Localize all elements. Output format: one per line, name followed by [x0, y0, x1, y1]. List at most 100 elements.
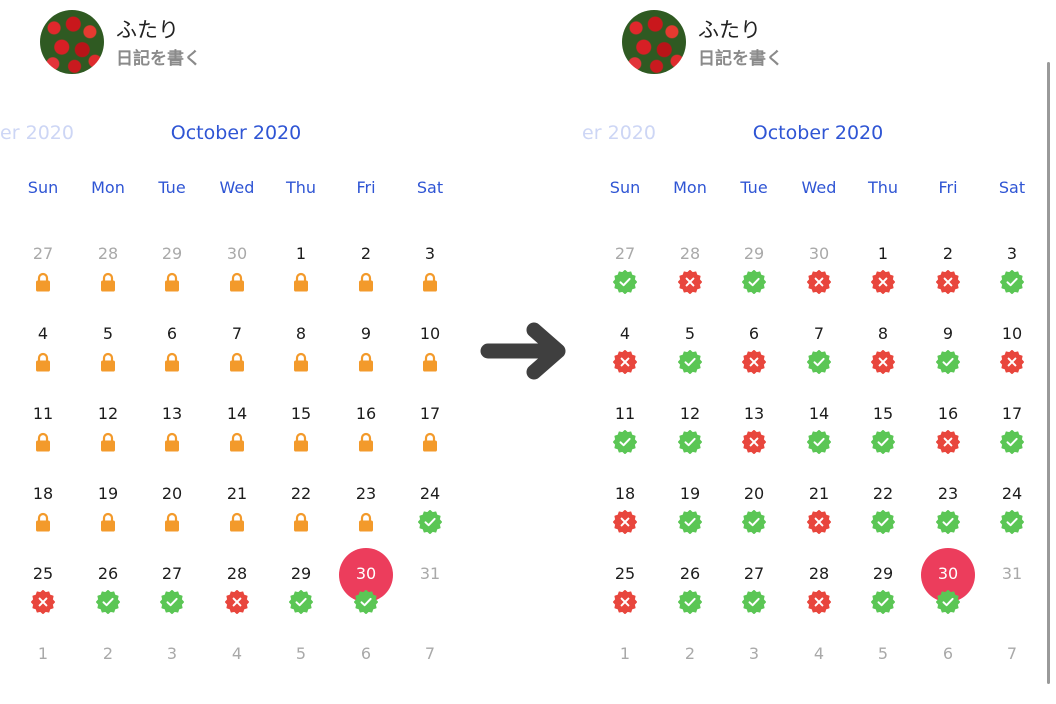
day-cell[interactable]: 29	[145, 244, 199, 306]
scrollbar[interactable]	[1047, 62, 1050, 684]
day-cell[interactable]: 1	[856, 244, 910, 306]
day-cell[interactable]: 19	[81, 484, 135, 546]
day-cell[interactable]: 7	[210, 324, 264, 386]
day-cell[interactable]: 3	[145, 644, 199, 704]
day-cell[interactable]: 18	[16, 484, 70, 546]
day-cell[interactable]: 10	[985, 324, 1039, 386]
day-cell[interactable]: 15	[274, 404, 328, 466]
avatar[interactable]	[622, 10, 686, 74]
day-cell[interactable]: 25	[598, 564, 652, 626]
day-cell[interactable]: 2	[663, 644, 717, 704]
day-cell[interactable]: 6	[339, 644, 393, 704]
day-cell[interactable]: 2	[921, 244, 975, 306]
day-cell[interactable]: 21	[792, 484, 846, 546]
day-cell[interactable]: 28	[663, 244, 717, 306]
day-cell[interactable]: 5	[856, 644, 910, 704]
day-cell[interactable]: 27	[727, 564, 781, 626]
day-cell[interactable]: 29	[274, 564, 328, 626]
cross-badge-icon	[1000, 350, 1024, 374]
day-cell[interactable]: 4	[792, 644, 846, 704]
day-cell[interactable]: 13	[145, 404, 199, 466]
day-cell[interactable]: 7	[985, 644, 1039, 704]
day-cell[interactable]: 24	[985, 484, 1039, 546]
day-cell[interactable]: 28	[792, 564, 846, 626]
day-cell[interactable]: 27	[598, 244, 652, 306]
day-cell[interactable]: 8	[274, 324, 328, 386]
write-diary-link[interactable]: 日記を書く	[698, 44, 783, 69]
day-cell[interactable]: 1	[16, 644, 70, 704]
day-cell[interactable]: 12	[663, 404, 717, 466]
day-cell[interactable]: 2	[81, 644, 135, 704]
day-cell[interactable]: 7	[792, 324, 846, 386]
lock-icon	[230, 432, 244, 452]
day-cell[interactable]: 20	[145, 484, 199, 546]
day-cell-today[interactable]: 30	[339, 564, 393, 626]
day-number: 9	[942, 324, 954, 343]
day-cell[interactable]: 31	[403, 564, 457, 626]
day-cell[interactable]: 19	[663, 484, 717, 546]
day-cell[interactable]: 22	[856, 484, 910, 546]
day-cell[interactable]: 31	[985, 564, 1039, 626]
day-cell[interactable]: 6	[145, 324, 199, 386]
day-cell[interactable]: 14	[792, 404, 846, 466]
day-cell[interactable]: 13	[727, 404, 781, 466]
day-cell[interactable]: 1	[598, 644, 652, 704]
lock-icon	[359, 432, 373, 452]
day-cell[interactable]: 23	[339, 484, 393, 546]
day-cell[interactable]: 14	[210, 404, 264, 466]
day-cell[interactable]: 28	[81, 244, 135, 306]
avatar[interactable]	[40, 10, 104, 74]
day-cell[interactable]: 23	[921, 484, 975, 546]
day-cell[interactable]: 29	[727, 244, 781, 306]
day-cell[interactable]: 24	[403, 484, 457, 546]
day-cell[interactable]: 5	[274, 644, 328, 704]
day-cell[interactable]: 11	[16, 404, 70, 466]
day-cell[interactable]: 15	[856, 404, 910, 466]
day-cell[interactable]: 20	[727, 484, 781, 546]
day-cell[interactable]: 22	[274, 484, 328, 546]
day-cell[interactable]: 18	[598, 484, 652, 546]
previous-month-label[interactable]: ber 2020	[582, 122, 656, 144]
day-cell[interactable]: 5	[81, 324, 135, 386]
cross-badge-icon	[225, 590, 249, 614]
day-cell[interactable]: 1	[274, 244, 328, 306]
day-number: 15	[872, 404, 894, 423]
day-cell[interactable]: 27	[16, 244, 70, 306]
day-cell[interactable]: 4	[598, 324, 652, 386]
day-cell[interactable]: 7	[403, 644, 457, 704]
day-cell[interactable]: 30	[792, 244, 846, 306]
day-cell[interactable]: 4	[16, 324, 70, 386]
write-diary-link[interactable]: 日記を書く	[116, 44, 201, 69]
day-cell[interactable]: 3	[403, 244, 457, 306]
day-cell[interactable]: 21	[210, 484, 264, 546]
day-cell[interactable]: 26	[81, 564, 135, 626]
day-cell[interactable]: 10	[403, 324, 457, 386]
day-cell[interactable]: 9	[921, 324, 975, 386]
day-cell[interactable]: 11	[598, 404, 652, 466]
day-cell[interactable]: 12	[81, 404, 135, 466]
day-cell[interactable]: 9	[339, 324, 393, 386]
day-cell[interactable]: 6	[727, 324, 781, 386]
day-cell[interactable]: 25	[16, 564, 70, 626]
day-cell-today[interactable]: 30	[921, 564, 975, 626]
day-cell[interactable]: 5	[663, 324, 717, 386]
day-cell[interactable]: 4	[210, 644, 264, 704]
day-cell[interactable]: 17	[985, 404, 1039, 466]
day-cell[interactable]: 3	[727, 644, 781, 704]
previous-month-label[interactable]: ber 2020	[0, 122, 74, 144]
day-cell[interactable]: 27	[145, 564, 199, 626]
day-cell[interactable]: 6	[921, 644, 975, 704]
day-cell[interactable]: 30	[210, 244, 264, 306]
day-cell[interactable]: 3	[985, 244, 1039, 306]
day-cell[interactable]: 16	[339, 404, 393, 466]
day-cell[interactable]: 26	[663, 564, 717, 626]
day-number: 25	[614, 564, 636, 583]
day-number: 16	[355, 404, 377, 423]
day-cell[interactable]: 17	[403, 404, 457, 466]
day-cell[interactable]: 28	[210, 564, 264, 626]
check-badge-icon	[1000, 510, 1024, 534]
day-cell[interactable]: 2	[339, 244, 393, 306]
day-cell[interactable]: 16	[921, 404, 975, 466]
day-cell[interactable]: 8	[856, 324, 910, 386]
day-cell[interactable]: 29	[856, 564, 910, 626]
